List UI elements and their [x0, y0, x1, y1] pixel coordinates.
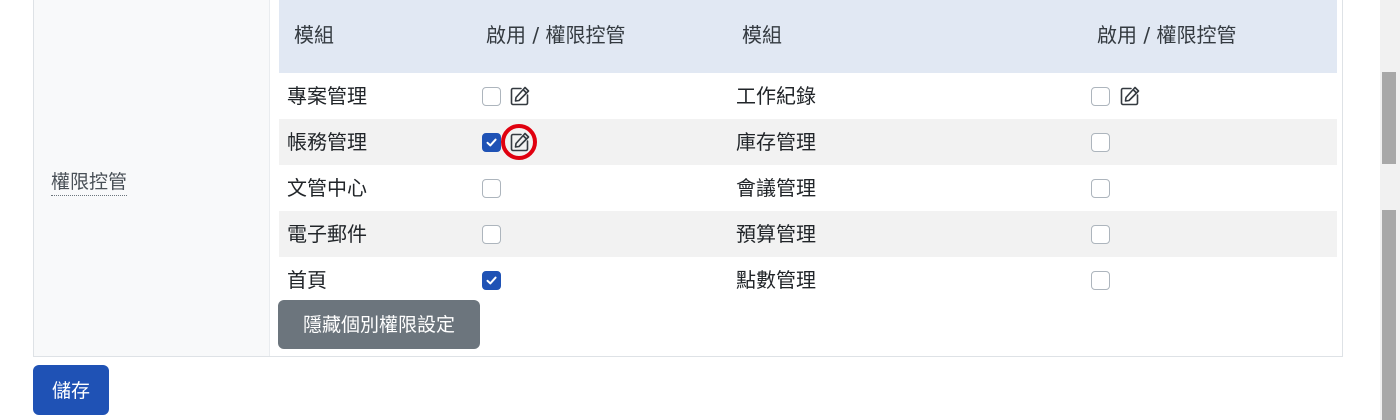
table-row: 文管中心 會議管理 [279, 165, 1337, 211]
hide-individual-permissions-button[interactable]: 隱藏個別權限設定 [278, 300, 480, 349]
enable-checkbox-right[interactable] [1091, 225, 1110, 244]
field-label-cell: 權限控管 [34, 0, 270, 356]
save-button[interactable]: 儲存 [33, 365, 109, 415]
edit-icon[interactable] [1119, 85, 1141, 107]
module-name-right: 會議管理 [736, 176, 816, 200]
enable-checkbox-left[interactable] [482, 271, 501, 290]
enable-checkbox-left[interactable] [482, 87, 501, 106]
table-row: 電子郵件 預算管理 [279, 211, 1337, 257]
module-name-left: 專案管理 [287, 84, 367, 108]
permission-table: 模組 啟用 / 權限控管 模組 啟用 / 權限控管 專案管理 工作紀錄帳務管理 庫存… [279, 0, 1337, 303]
enable-checkbox-right[interactable] [1091, 133, 1110, 152]
check-icon [486, 138, 497, 147]
module-name-left: 電子郵件 [287, 222, 367, 246]
header-module-right: 模組 [742, 23, 782, 47]
header-module-left: 模組 [294, 23, 334, 47]
header-enable-right: 啟用 / 權限控管 [1097, 23, 1237, 47]
module-name-right: 點數管理 [736, 268, 816, 292]
module-name-right: 庫存管理 [736, 130, 816, 154]
table-row: 專案管理 工作紀錄 [279, 73, 1337, 119]
enable-checkbox-left[interactable] [482, 133, 501, 152]
edit-icon[interactable] [509, 85, 531, 107]
enable-checkbox-right[interactable] [1091, 179, 1110, 198]
enable-checkbox-left[interactable] [482, 179, 501, 198]
table-header: 模組 啟用 / 權限控管 模組 啟用 / 權限控管 [279, 0, 1337, 73]
table-row: 首頁 點數管理 [279, 257, 1337, 303]
table-body: 專案管理 工作紀錄帳務管理 庫存管理文管中心 會議管理電子郵件 預算管理首頁 點數管理 [279, 73, 1337, 303]
enable-checkbox-right[interactable] [1091, 271, 1110, 290]
enable-checkbox-right[interactable] [1091, 87, 1110, 106]
header-enable-left: 啟用 / 權限控管 [486, 23, 626, 47]
table-row: 帳務管理 庫存管理 [279, 119, 1337, 165]
edit-icon[interactable] [509, 131, 531, 153]
module-name-right: 工作紀錄 [736, 84, 816, 108]
enable-checkbox-left[interactable] [482, 225, 501, 244]
module-name-left: 首頁 [287, 268, 327, 292]
scrollbar-thumb[interactable] [1382, 72, 1396, 164]
module-name-right: 預算管理 [736, 222, 816, 246]
check-icon [486, 276, 497, 285]
module-name-left: 文管中心 [287, 176, 367, 200]
scrollbar-thumb-lower[interactable] [1382, 210, 1396, 420]
permission-label: 權限控管 [51, 169, 128, 196]
permission-form-group: 權限控管 模組 啟用 / 權限控管 模組 啟用 / 權限控管 專案管理 工作紀錄帳… [33, 0, 1343, 357]
module-name-left: 帳務管理 [287, 130, 367, 154]
